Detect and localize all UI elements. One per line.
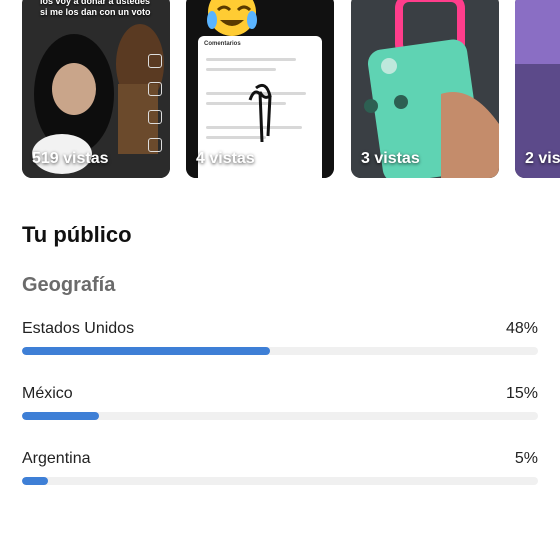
thumbnail-action-icons: [148, 54, 164, 166]
progress-fill: [22, 412, 100, 420]
thumbnail-views: 519 vistas: [32, 150, 109, 167]
thumbnail-views: 2 vistas: [525, 150, 560, 167]
comment-icon: [148, 82, 162, 96]
country-percent: 15%: [505, 385, 538, 402]
progress-fill: [22, 347, 270, 355]
video-thumbnail-3[interactable]: 3 vistas: [351, 0, 499, 178]
country-row-argentina: Argentina 5%: [22, 450, 538, 490]
country-name: México: [22, 385, 73, 402]
thumbnail-views: 4 vistas: [196, 150, 255, 167]
country-name: Argentina: [22, 450, 91, 467]
country-name: Estados Unidos: [22, 320, 135, 337]
geography-title: Geografía: [22, 274, 116, 296]
thumbnail-views: 3 vistas: [361, 150, 420, 167]
heart-icon: [148, 54, 162, 68]
share-icon: [148, 138, 162, 152]
progress-fill: [22, 477, 48, 485]
audience-title: Tu público: [22, 222, 132, 247]
country-percent: 48%: [505, 320, 538, 337]
video-thumbnail-1[interactable]: los voy a donar a ustedes si me los dan …: [22, 0, 170, 178]
progress-track: [22, 477, 538, 485]
video-thumbnails-row: los voy a donar a ustedes si me los dan …: [0, 0, 560, 180]
country-row-estados-unidos: Estados Unidos 48%: [22, 320, 538, 360]
bookmark-icon: [148, 110, 162, 124]
country-percent: 5%: [514, 450, 538, 467]
country-row-mexico: México 15%: [22, 385, 538, 425]
video-thumbnail-4[interactable]: 2 vistas: [515, 0, 560, 178]
thumbnail-caption: los voy a donar a ustedes si me los dan …: [40, 0, 151, 17]
video-thumbnail-2[interactable]: Comentarios 4 vistas: [186, 0, 334, 178]
progress-track: [22, 347, 538, 355]
progress-track: [22, 412, 538, 420]
